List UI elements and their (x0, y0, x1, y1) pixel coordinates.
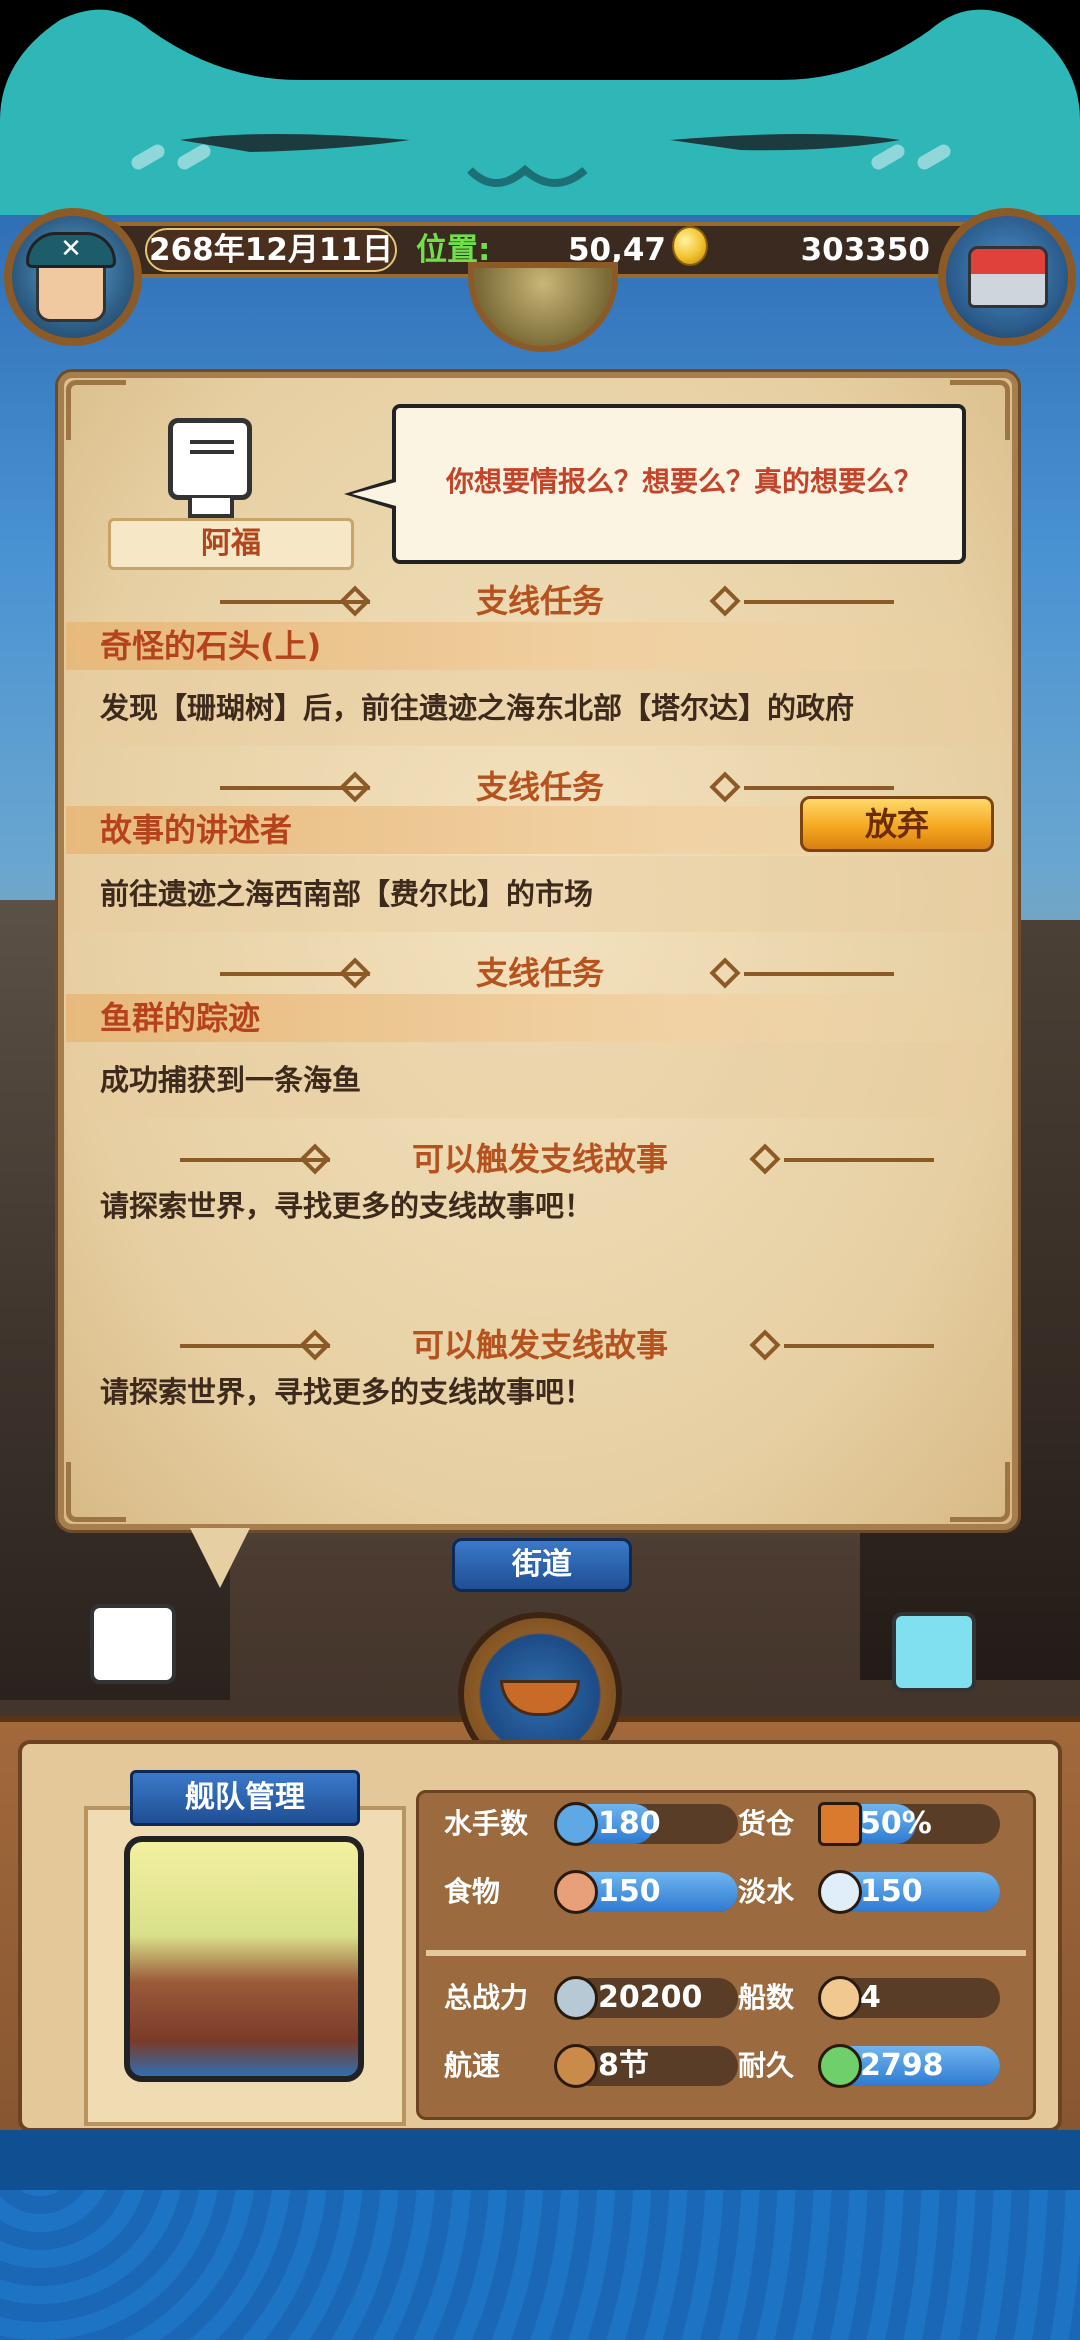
durability-ship-icon (818, 2044, 862, 2088)
stat-label: 总战力 (444, 1981, 529, 2014)
sailor-icon (554, 1802, 598, 1846)
stat-label: 耐久 (738, 2049, 795, 2082)
stat-label: 货仓 (738, 1807, 795, 1840)
stat-value: 150 (860, 1874, 923, 1909)
section-title: 可以触发支线故事 (411, 1326, 668, 1364)
water-jug-icon (818, 1870, 862, 1914)
stat-value: 2798 (860, 2048, 944, 2083)
gold-coin-icon (672, 226, 708, 266)
flagship-image[interactable] (124, 1836, 364, 2082)
section-title: 支线任务 (475, 954, 604, 992)
stat-value: 180 (598, 1806, 661, 1841)
game-date: 268年12月11日 (145, 228, 397, 272)
meat-icon (554, 1870, 598, 1914)
treasure-chest-icon (968, 246, 1048, 308)
npc-dialogue: 你想要情报么？想要么？真的想要么？ (445, 465, 922, 498)
cargo-icon (818, 1802, 862, 1846)
stat-value: 8节 (598, 2048, 649, 2083)
speech-bubble-tail-inner (352, 482, 396, 506)
npc-body-icon (188, 498, 234, 518)
story-hint: 请探索世界，寻找更多的支线故事吧！ (100, 1375, 594, 1409)
section-title: 支线任务 (475, 582, 604, 620)
ship-count-icon (818, 1976, 862, 2020)
sailboat-icon (554, 2044, 598, 2088)
blue-cat-mascot (892, 1612, 976, 1692)
gold-amount: 303350 (800, 232, 930, 268)
bottom-sea-band (0, 2130, 1080, 2190)
cat-ear-header (0, 0, 1080, 215)
stats-divider (426, 1950, 1026, 1956)
panel-speech-tail (190, 1528, 250, 1588)
panel-corner-ornament (66, 380, 126, 440)
section-title: 可以触发支线故事 (411, 1140, 668, 1178)
stat-label: 食物 (444, 1875, 501, 1908)
story-hint: 请探索世界，寻找更多的支线故事吧！ (100, 1189, 594, 1223)
quest-name[interactable]: 奇怪的石头(上) (100, 622, 321, 670)
panel-corner-ornament (66, 1462, 126, 1522)
npc-name: 阿福 (108, 518, 354, 570)
stat-value: 4 (860, 1980, 881, 2015)
quest-name[interactable]: 鱼群的踪迹 (100, 994, 260, 1042)
panel-corner-ornament (950, 1462, 1010, 1522)
stat-label: 淡水 (738, 1875, 795, 1908)
stat-value: 50% (860, 1806, 932, 1841)
stat-value: 150 (598, 1874, 661, 1909)
stat-value: 20200 (598, 1980, 703, 2015)
quest-description: 发现【珊瑚树】后，前往遗迹之海东北部【塔尔达】的政府 (100, 691, 855, 725)
fleet-management-button[interactable]: 舰队管理 (130, 1770, 360, 1826)
quest-name[interactable]: 故事的讲述者 (100, 806, 292, 854)
npc-portrait (168, 418, 252, 500)
npc-eyes-icon (190, 440, 234, 454)
abandon-quest-button[interactable]: 放弃 (800, 796, 994, 852)
location-tab-street[interactable]: 街道 (452, 1538, 632, 1592)
swords-icon (554, 1976, 598, 2020)
quest-description: 前往遗迹之海西南部【费尔比】的市场 (100, 877, 594, 911)
white-cat-mascot (90, 1604, 176, 1684)
stat-label: 船数 (738, 1981, 795, 2014)
stat-label: 航速 (444, 2049, 501, 2082)
quest-description: 成功捕获到一条海鱼 (100, 1063, 362, 1097)
stat-label: 水手数 (444, 1807, 529, 1840)
avatar-pirate-hat-icon: ✕ (26, 232, 116, 268)
